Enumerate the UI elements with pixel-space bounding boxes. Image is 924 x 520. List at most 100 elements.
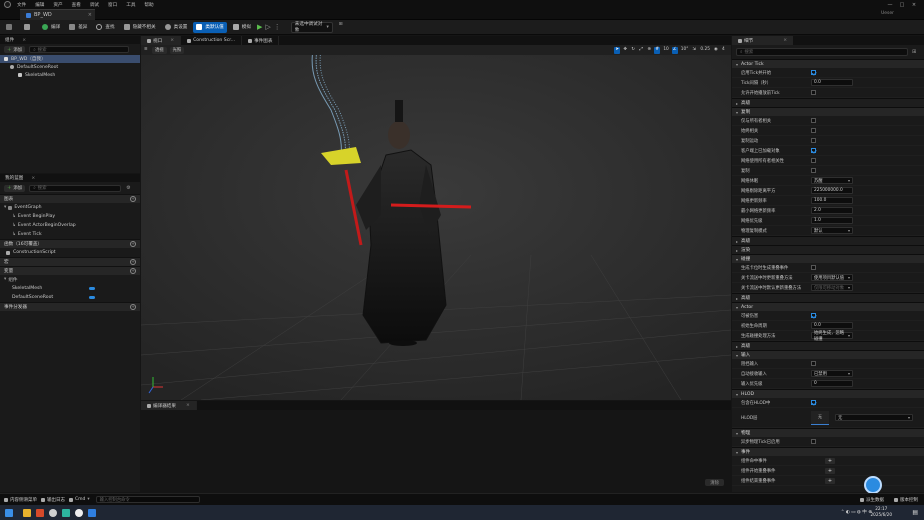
angle-snap-icon[interactable]: ∠: [671, 46, 678, 54]
hlod-layer-dropdown[interactable]: 无 ▾: [835, 414, 913, 421]
tab-event-graph[interactable]: 事件图表: [242, 36, 280, 45]
viewport-canvas[interactable]: [141, 55, 731, 400]
property-number-field[interactable]: 100.0: [811, 197, 853, 204]
add-blueprint-item-button[interactable]: ＋添加: [4, 184, 26, 192]
grid-snap-value[interactable]: 10: [662, 47, 669, 54]
property-dropdown[interactable]: 默认 ▾: [811, 227, 853, 234]
select-mode-icon[interactable]: ➤: [614, 46, 621, 54]
components-tab[interactable]: 组件 ×: [0, 36, 140, 44]
event-item[interactable]: ↳ Event ActorBeginOverlap: [0, 221, 140, 230]
details-section-header[interactable]: ▾ Actor: [732, 302, 924, 311]
property-checkbox[interactable]: [811, 148, 816, 153]
add-variable-icon[interactable]: +: [130, 268, 136, 274]
property-dropdown[interactable]: 已禁用 ▾: [811, 370, 853, 377]
world-local-icon[interactable]: ⊕: [646, 47, 652, 54]
menu-edit[interactable]: 编辑: [35, 2, 44, 8]
cmd-select[interactable]: Cmd ▾: [69, 497, 90, 502]
functions-section[interactable]: 函数（16可覆盖） +: [0, 239, 140, 248]
menu-help[interactable]: 帮助: [144, 2, 153, 8]
camera-speed-icon[interactable]: ◉: [713, 47, 719, 54]
property-number-field[interactable]: 0: [811, 380, 853, 387]
details-section-header[interactable]: ▾ 事件: [732, 447, 924, 456]
property-checkbox[interactable]: [811, 128, 816, 133]
scale-snap-icon[interactable]: ⇲: [691, 47, 697, 54]
property-dropdown[interactable]: 苏醒 ▾: [811, 177, 853, 184]
rotate-icon[interactable]: ↻: [630, 47, 636, 54]
tab-details[interactable]: 细节 ×: [732, 36, 794, 45]
start-icon[interactable]: [5, 508, 13, 517]
console-input[interactable]: 输入控制台命令: [95, 496, 200, 503]
property-checkbox[interactable]: [811, 168, 816, 173]
floating-assistant-button[interactable]: [864, 476, 882, 494]
app-icon-red[interactable]: [36, 508, 44, 517]
details-section-header[interactable]: ▾ HLOD: [732, 389, 924, 398]
menu-window[interactable]: 窗口: [108, 2, 117, 8]
translate-icon[interactable]: ✥: [622, 47, 628, 54]
property-checkbox[interactable]: [811, 313, 816, 318]
variable-item[interactable]: SkeletalMesh: [0, 284, 140, 293]
add-event-button[interactable]: +: [825, 457, 835, 464]
function-item[interactable]: ConstructionScript: [0, 248, 140, 257]
maximize-button[interactable]: □: [896, 2, 908, 8]
class-settings-button[interactable]: 类设置: [162, 22, 191, 33]
add-graph-icon[interactable]: +: [130, 196, 136, 202]
notification-icon[interactable]: ▤: [912, 509, 918, 516]
property-checkbox[interactable]: [811, 158, 816, 163]
details-search-input[interactable]: ⌕ 搜索: [736, 48, 908, 56]
property-checkbox[interactable]: [811, 265, 816, 270]
menu-asset[interactable]: 资产: [53, 2, 62, 8]
menu-tools[interactable]: 工具: [126, 2, 135, 8]
property-dropdown[interactable]: 使用项目默认值 ▾: [811, 274, 853, 281]
tab-viewport[interactable]: 视口 ×: [141, 36, 182, 45]
output-log-button[interactable]: 输出日志: [41, 497, 65, 503]
variable-item[interactable]: DefaultSceneRoot: [0, 293, 140, 302]
details-section-header[interactable]: ▾ 物理: [732, 428, 924, 437]
viewport-menu-icon[interactable]: ≡: [143, 47, 149, 54]
component-skeletal-mesh[interactable]: SkeletalMesh: [0, 71, 140, 79]
add-event-button[interactable]: +: [825, 477, 835, 484]
minimize-button[interactable]: —: [884, 2, 896, 8]
save-button[interactable]: [3, 22, 18, 33]
add-event-button[interactable]: +: [825, 467, 835, 474]
more-play-options-icon[interactable]: ⋮: [274, 23, 281, 31]
details-section-header[interactable]: ▸ 高级: [732, 98, 924, 107]
property-dropdown[interactable]: 始终生成，忽略碰撞 ▾: [811, 331, 853, 342]
event-graph-item[interactable]: ▾ EventGraph: [0, 203, 140, 212]
graphs-section[interactable]: 图表 +: [0, 194, 140, 203]
property-checkbox[interactable]: [811, 400, 816, 405]
app-icon-teal[interactable]: [62, 508, 70, 517]
details-section-header[interactable]: ▾ 碰撞: [732, 254, 924, 263]
compile-button[interactable]: 编译: [39, 22, 63, 33]
file-explorer-icon[interactable]: [23, 508, 31, 517]
debug-options-icon[interactable]: ⊞: [336, 22, 346, 33]
property-number-field[interactable]: 0.0: [811, 79, 853, 86]
system-clock[interactable]: 22:17 2025/6/20: [871, 506, 892, 517]
content-drawer-button[interactable]: 内容侧滑菜单: [4, 497, 37, 503]
components-search-input[interactable]: ⌕ 搜索: [29, 46, 130, 53]
details-section-header[interactable]: ▸ 高级: [732, 236, 924, 245]
property-number-field[interactable]: 1.0: [811, 217, 853, 224]
grid-snap-icon[interactable]: #: [654, 46, 661, 54]
hide-unrelated-button[interactable]: 隐藏不相关: [121, 22, 159, 33]
macros-section[interactable]: 宏 +: [0, 257, 140, 266]
property-number-field[interactable]: 225000000.0: [811, 187, 853, 194]
add-function-icon[interactable]: +: [130, 241, 136, 247]
angle-snap-value[interactable]: 10°: [680, 47, 690, 54]
close-icon[interactable]: ×: [31, 176, 35, 181]
close-icon[interactable]: ×: [186, 403, 190, 408]
app-icon-white[interactable]: [75, 508, 83, 517]
details-section-header[interactable]: ▸ 渲染: [732, 245, 924, 254]
event-dispatchers-section[interactable]: 事件分发器 +: [0, 302, 140, 311]
class-defaults-button[interactable]: 类默认值: [193, 21, 227, 33]
derived-data-button[interactable]: 派生数据: [860, 497, 884, 503]
menu-view[interactable]: 查看: [72, 2, 81, 8]
tab-compiler-results[interactable]: 编译器结果 ×: [141, 401, 197, 410]
property-checkbox[interactable]: [811, 138, 816, 143]
add-dispatcher-icon[interactable]: +: [130, 304, 136, 310]
blueprint-search-input[interactable]: ⌕ 搜索: [29, 184, 122, 192]
clear-button[interactable]: 清除: [705, 479, 724, 486]
close-icon[interactable]: ×: [22, 38, 26, 43]
app-icon-blue[interactable]: [88, 508, 96, 517]
find-button[interactable]: 查找: [93, 22, 117, 33]
tab-construction-script[interactable]: Construction Scr...: [181, 36, 243, 45]
